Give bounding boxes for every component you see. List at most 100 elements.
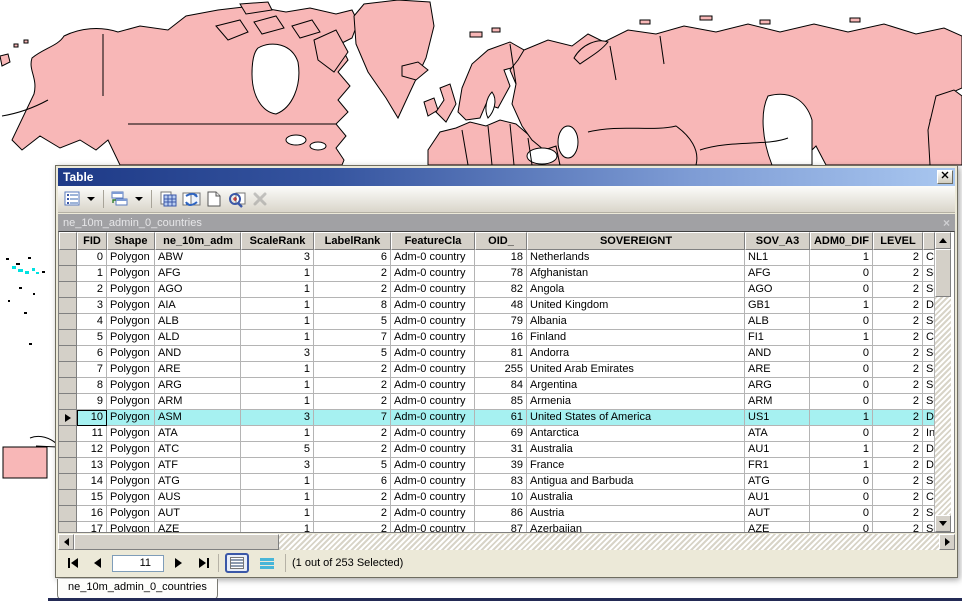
cell-LabelRank[interactable]: 2 — [314, 362, 391, 378]
cell-LabelRank[interactable]: 7 — [314, 330, 391, 346]
cell-FID[interactable]: 8 — [77, 378, 107, 394]
cell-ADM0_DIF[interactable]: 1 — [810, 410, 873, 426]
cell-Shape[interactable]: Polygon — [107, 442, 155, 458]
cell-clipped[interactable]: So — [923, 362, 935, 378]
table-row[interactable]: 11PolygonATA12Adm-0 country69AntarcticaA… — [59, 426, 935, 442]
cell-SOVEREIGNT[interactable]: Finland — [527, 330, 745, 346]
cell-LEVEL[interactable]: 2 — [873, 474, 923, 490]
scroll-right-button[interactable] — [939, 534, 955, 550]
window-close-button[interactable] — [937, 170, 953, 184]
column-header-OID_[interactable]: OID_ — [475, 232, 527, 250]
cell-LEVEL[interactable]: 2 — [873, 282, 923, 298]
cell-OID_[interactable]: 79 — [475, 314, 527, 330]
cell-ADM0_DIF[interactable]: 1 — [810, 442, 873, 458]
cell-SOV_A3[interactable]: ATG — [745, 474, 810, 490]
row-selector[interactable] — [59, 474, 77, 490]
cell-ScaleRank[interactable]: 1 — [241, 362, 314, 378]
cell-FID[interactable]: 15 — [77, 490, 107, 506]
column-header-FeatureCla[interactable]: FeatureCla — [391, 232, 475, 250]
cell-OID_[interactable]: 69 — [475, 426, 527, 442]
cell-SOV_A3[interactable]: AGO — [745, 282, 810, 298]
column-header-SOVEREIGNT[interactable]: SOVEREIGNT — [527, 232, 745, 250]
cell-FID[interactable]: 0 — [77, 250, 107, 266]
cell-SOVEREIGNT[interactable]: Armenia — [527, 394, 745, 410]
show-selected-records-button[interactable] — [255, 553, 279, 573]
cell-clipped[interactable]: So — [923, 394, 935, 410]
cell-FeatureCla[interactable]: Adm-0 country — [391, 330, 475, 346]
cell-ne_10m_adm[interactable]: ATG — [155, 474, 241, 490]
cell-clipped[interactable]: So — [923, 378, 935, 394]
row-selector[interactable] — [59, 506, 77, 522]
cell-ne_10m_adm[interactable]: AND — [155, 346, 241, 362]
table-row[interactable]: 6PolygonAND35Adm-0 country81AndorraAND02… — [59, 346, 935, 362]
cell-SOV_A3[interactable]: AUT — [745, 506, 810, 522]
row-selector[interactable] — [59, 266, 77, 282]
cell-SOV_A3[interactable]: AU1 — [745, 490, 810, 506]
cell-ADM0_DIF[interactable]: 0 — [810, 394, 873, 410]
last-record-button[interactable] — [194, 554, 212, 572]
column-header-ne_10m_adm[interactable]: ne_10m_adm — [155, 232, 241, 250]
cell-FeatureCla[interactable]: Adm-0 country — [391, 474, 475, 490]
cell-ADM0_DIF[interactable]: 0 — [810, 522, 873, 532]
cell-OID_[interactable]: 255 — [475, 362, 527, 378]
cell-clipped[interactable]: So — [923, 474, 935, 490]
cell-ADM0_DIF[interactable]: 0 — [810, 474, 873, 490]
cell-FeatureCla[interactable]: Adm-0 country — [391, 266, 475, 282]
cell-SOVEREIGNT[interactable]: Antarctica — [527, 426, 745, 442]
cell-Shape[interactable]: Polygon — [107, 426, 155, 442]
cell-OID_[interactable]: 18 — [475, 250, 527, 266]
cell-LabelRank[interactable]: 5 — [314, 346, 391, 362]
cell-ADM0_DIF[interactable]: 0 — [810, 362, 873, 378]
table-row[interactable]: 5PolygonALD17Adm-0 country16FinlandFI112… — [59, 330, 935, 346]
cell-Shape[interactable]: Polygon — [107, 314, 155, 330]
row-selector[interactable] — [59, 490, 77, 506]
cell-ADM0_DIF[interactable]: 1 — [810, 250, 873, 266]
scroll-up-button[interactable] — [935, 232, 951, 249]
table-row[interactable]: 15PolygonAUS12Adm-0 country10AustraliaAU… — [59, 490, 935, 506]
cell-ScaleRank[interactable]: 3 — [241, 458, 314, 474]
cell-clipped[interactable]: Co — [923, 330, 935, 346]
row-selector[interactable] — [59, 314, 77, 330]
cell-ScaleRank[interactable]: 1 — [241, 474, 314, 490]
cell-LEVEL[interactable]: 2 — [873, 362, 923, 378]
row-selector[interactable] — [59, 250, 77, 266]
cell-LEVEL[interactable]: 2 — [873, 442, 923, 458]
clear-selection-icon[interactable] — [204, 189, 224, 209]
cell-ScaleRank[interactable]: 1 — [241, 298, 314, 314]
cell-LabelRank[interactable]: 2 — [314, 522, 391, 532]
cell-SOV_A3[interactable]: FR1 — [745, 458, 810, 474]
scroll-down-button[interactable] — [935, 515, 951, 532]
cell-FeatureCla[interactable]: Adm-0 country — [391, 346, 475, 362]
cell-LabelRank[interactable]: 5 — [314, 314, 391, 330]
cell-FID[interactable]: 7 — [77, 362, 107, 378]
cell-LEVEL[interactable]: 2 — [873, 266, 923, 282]
table-row[interactable]: 14PolygonATG16Adm-0 country83Antigua and… — [59, 474, 935, 490]
cell-LEVEL[interactable]: 2 — [873, 522, 923, 532]
cell-ADM0_DIF[interactable]: 1 — [810, 458, 873, 474]
cell-SOVEREIGNT[interactable]: Andorra — [527, 346, 745, 362]
cell-LabelRank[interactable]: 2 — [314, 378, 391, 394]
cell-SOV_A3[interactable]: NL1 — [745, 250, 810, 266]
cell-SOVEREIGNT[interactable]: Angola — [527, 282, 745, 298]
table-row[interactable]: 9PolygonARM12Adm-0 country85ArmeniaARM02… — [59, 394, 935, 410]
column-header-SOV_A3[interactable]: SOV_A3 — [745, 232, 810, 250]
cell-ADM0_DIF[interactable]: 0 — [810, 266, 873, 282]
cell-FID[interactable]: 4 — [77, 314, 107, 330]
cell-clipped[interactable]: In — [923, 426, 935, 442]
cell-LEVEL[interactable]: 2 — [873, 346, 923, 362]
cell-FeatureCla[interactable]: Adm-0 country — [391, 298, 475, 314]
cell-FID[interactable]: 6 — [77, 346, 107, 362]
cell-ScaleRank[interactable]: 1 — [241, 266, 314, 282]
cell-OID_[interactable]: 83 — [475, 474, 527, 490]
cell-FID[interactable]: 5 — [77, 330, 107, 346]
cell-LabelRank[interactable]: 8 — [314, 298, 391, 314]
table-row[interactable]: 3PolygonAIA18Adm-0 country48United Kingd… — [59, 298, 935, 314]
cell-OID_[interactable]: 31 — [475, 442, 527, 458]
cell-LEVEL[interactable]: 2 — [873, 314, 923, 330]
table-close-icon[interactable]: × — [943, 216, 950, 230]
cell-LEVEL[interactable]: 2 — [873, 378, 923, 394]
cell-SOVEREIGNT[interactable]: France — [527, 458, 745, 474]
table-options-icon[interactable] — [62, 189, 82, 209]
cell-clipped[interactable]: So — [923, 506, 935, 522]
table-row[interactable]: 0PolygonABW36Adm-0 country18NetherlandsN… — [59, 250, 935, 266]
